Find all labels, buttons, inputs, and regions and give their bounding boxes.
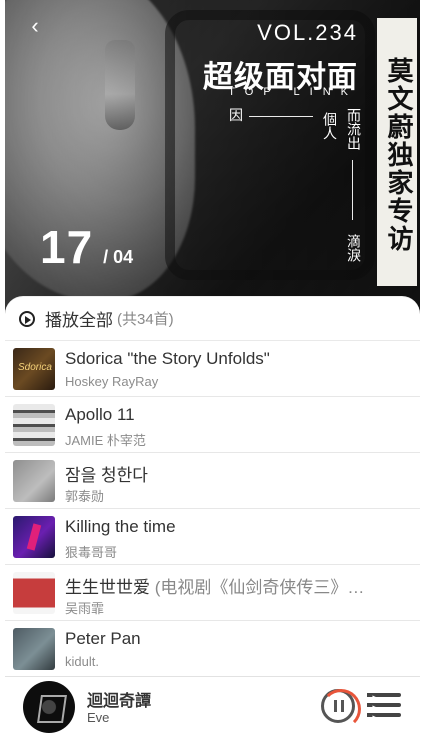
queue-list-icon (367, 693, 401, 697)
date-day: 17 (40, 221, 94, 273)
album-cover: Sdorica (13, 348, 55, 390)
poem-divider (249, 116, 313, 117)
song-subtitle: (电视剧《仙剑奇侠传三》… (154, 578, 365, 597)
song-row[interactable]: 生生世世爱 (电视剧《仙剑奇侠传三》… 吴雨霏 (5, 565, 420, 621)
pause-button[interactable] (321, 689, 361, 729)
play-circle-icon (19, 310, 35, 327)
volume-label: VOL.234 (257, 20, 358, 45)
song-artist: JAMIE 朴宰范 (65, 433, 146, 448)
song-artist: 吴雨霏 (65, 601, 105, 616)
now-playing-artist: Eve (87, 710, 110, 725)
back-button[interactable]: ‹ (21, 12, 49, 40)
date-month: / 04 (103, 247, 134, 267)
cover-banner: ‹ VOL.234 超级面对面 TOP LINK 因 個人 而流出 滴淚 莫文蔚… (5, 0, 420, 318)
song-row[interactable]: Peter Pan kidult. (5, 621, 420, 677)
album-cover (13, 460, 55, 502)
song-list-card: 播放全部 (共34首) Sdorica Sdorica "the Story U… (5, 296, 420, 677)
album-cover (13, 572, 55, 614)
song-count: (共34首) (117, 311, 174, 328)
song-title: 生生世世爱 (电视剧《仙剑奇侠传三》… (65, 578, 365, 597)
album-cover (13, 404, 55, 446)
song-artist: Hoskey RayRay (65, 374, 159, 389)
mini-player[interactable]: 迴迴奇譚 Eve (5, 676, 420, 735)
song-artist: kidult. (65, 654, 99, 669)
song-row[interactable]: 잠을 청한다 郭泰勋 (5, 453, 420, 509)
album-cover (13, 516, 55, 558)
exclusive-interview-banner: 莫文蔚独家专访 (377, 18, 417, 286)
play-all-label: 播放全部 (45, 311, 113, 330)
song-artist: 狠毒哥哥 (65, 545, 118, 560)
play-all-button[interactable]: 播放全部 (共34首) (5, 297, 420, 341)
album-cover (13, 628, 55, 670)
poem-line-3: 而流出 (345, 108, 361, 150)
now-playing-disc[interactable] (23, 681, 75, 733)
pause-icon (334, 700, 337, 712)
chevron-left-icon: ‹ (31, 13, 39, 38)
now-playing-title: 迴迴奇譚 (87, 693, 152, 710)
song-title: 잠을 청한다 (65, 466, 148, 485)
song-title: Peter Pan (65, 629, 141, 648)
song-artist: 郭泰勋 (65, 489, 105, 504)
queue-list-button[interactable] (367, 692, 401, 718)
song-title: Killing the time (65, 517, 176, 536)
song-title: Apollo 11 (65, 405, 135, 424)
song-row[interactable]: Killing the time 狠毒哥哥 (5, 509, 420, 565)
poem-line-2: 個人 (321, 112, 337, 140)
poem-line-4: 滴淚 (345, 234, 361, 262)
song-title: Sdorica "the Story Unfolds" (65, 349, 270, 368)
poem-line-1: 因 (229, 108, 243, 124)
publish-date: 17 / 04 (40, 220, 133, 274)
poem-divider-vertical (352, 160, 353, 220)
app-frame: ‹ VOL.234 超级面对面 TOP LINK 因 個人 而流出 滴淚 莫文蔚… (5, 0, 420, 735)
brand-subtitle: TOP LINK (228, 86, 358, 98)
song-row[interactable]: Sdorica Sdorica "the Story Unfolds" Hosk… (5, 341, 420, 397)
song-row[interactable]: Apollo 11 JAMIE 朴宰范 (5, 397, 420, 453)
